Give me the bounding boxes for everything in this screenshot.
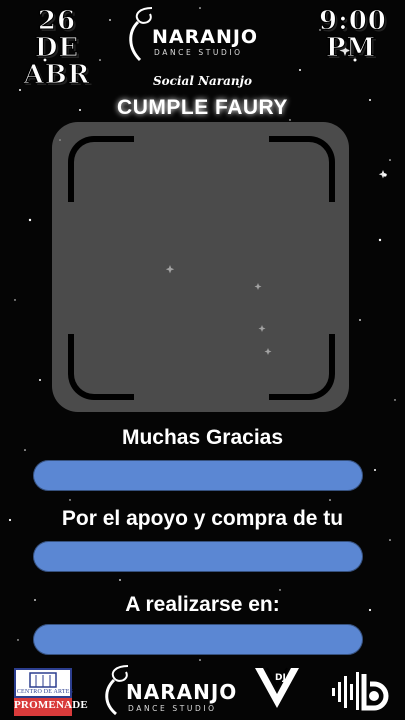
promenade-name: PROMENADE [14, 699, 88, 711]
event-series: Social Naranjo [153, 74, 252, 88]
frame-corner-bottom-right [269, 334, 335, 400]
frame-corner-top-left [68, 136, 134, 202]
venue-label: A realizarse en: [125, 593, 280, 616]
naranjo-logo-bottom: NARANJO DANCE STUDIO [100, 662, 250, 718]
thanks-label: Muchas Gracias [121, 426, 284, 449]
promenade-logo: CENTRO DE ARTES PROMENADE [14, 668, 88, 716]
brand-name: NARANJO [126, 680, 238, 704]
brand-tagline: DANCE STUDIO [128, 704, 217, 713]
brand-tagline: DANCE STUDIO [154, 48, 243, 57]
brand-name: NARANJO [152, 26, 259, 48]
time-hour: 9:00 [319, 6, 387, 36]
sound-wave-logo-icon [332, 672, 389, 711]
time-period: PM [325, 33, 377, 63]
event-title: CUMPLE FAURY [117, 96, 288, 119]
frame-corner-bottom-left [68, 334, 134, 400]
date-day: 26 DE [34, 6, 80, 63]
dj-v-logo-icon [255, 667, 299, 708]
building-icon [29, 672, 57, 688]
ticket-field[interactable] [33, 541, 363, 572]
dj-label: DJ [275, 673, 286, 683]
event-time: 9:00 PM [319, 6, 387, 63]
naranjo-logo-top: NARANJO DANCE STUDIO [124, 4, 274, 64]
venue-field[interactable] [33, 624, 363, 655]
promenade-subtitle: CENTRO DE ARTES [16, 689, 74, 695]
name-field[interactable] [33, 460, 363, 491]
frame-corner-top-right [269, 136, 335, 202]
support-label: Por el apoyo y compra de tu [61, 507, 344, 530]
photo-placeholder[interactable] [52, 122, 349, 412]
promenade-box: CENTRO DE ARTES [14, 668, 74, 698]
